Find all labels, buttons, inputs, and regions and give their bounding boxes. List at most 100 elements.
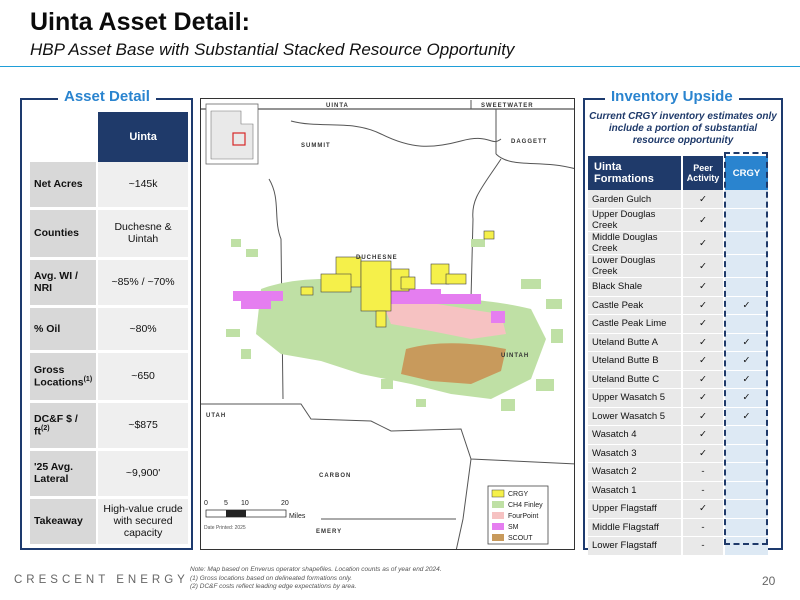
- footnote-line: Note: Map based on Enverus operator shap…: [190, 566, 442, 573]
- footnote-marker: (2): [41, 424, 50, 432]
- peer-activity-mark: -: [681, 481, 724, 500]
- table-row: Castle Peak ✓ ✓: [588, 296, 768, 315]
- table-row: Wasatch 3 ✓: [588, 444, 768, 463]
- inventory-header-row: Uinta Formations Peer Activity CRGY: [588, 156, 768, 190]
- formation-name: Lower Wasatch 5: [588, 407, 682, 426]
- row-value: High-value crude with secured capacity: [96, 497, 188, 547]
- crgy-mark: [723, 481, 768, 500]
- acreage-map: UINTA SWEETWATER SUMMIT DAGGETT DUCHESNE…: [200, 98, 575, 550]
- peer-activity-mark: -: [681, 518, 724, 537]
- table-row: Middle Flagstaff -: [588, 518, 768, 537]
- formation-name: Wasatch 2: [588, 462, 682, 482]
- map-legend: CRGY CH4 Finley FourPoint SM SCOUT: [487, 485, 549, 545]
- inventory-table: Uinta Formations Peer Activity CRGY Gard…: [588, 156, 768, 556]
- peer-activity-mark: ✓: [681, 277, 724, 297]
- peer-activity-mark: ✓: [681, 296, 724, 315]
- formation-name: Uteland Butte C: [588, 370, 682, 389]
- county-label: UINTA: [326, 103, 349, 109]
- table-row: Net Acres ~145k: [30, 162, 188, 210]
- table-row: Uteland Butte A ✓ ✓: [588, 333, 768, 352]
- scale-bar: 0 5 10 20 Miles: [204, 500, 306, 520]
- row-value: ~$875: [96, 401, 188, 451]
- crgy-mark: [723, 190, 768, 209]
- table-row: Gross Locations(1) ~650: [30, 351, 188, 403]
- crgy-mark: [723, 231, 768, 255]
- svg-text:10: 10: [241, 500, 249, 507]
- row-value: ~85% / ~70%: [96, 258, 188, 308]
- table-row: Takeaway High-value crude with secured c…: [30, 497, 188, 547]
- crgy-mark: ✓: [723, 370, 768, 389]
- title-divider: [0, 66, 800, 67]
- table-row: Wasatch 1-: [588, 481, 768, 500]
- table-row: Middle Douglas Creek ✓: [588, 231, 768, 255]
- legend-item: CH4 Finley: [508, 502, 543, 509]
- county-label: UTAH: [206, 413, 226, 419]
- row-value: Duchesne & Uintah: [96, 208, 188, 260]
- formation-name: Uteland Butte A: [588, 333, 682, 352]
- row-label: % Oil: [30, 306, 98, 353]
- table-row: Wasatch 2-: [588, 462, 768, 482]
- peer-activity-mark: ✓: [681, 314, 724, 334]
- row-value: ~80%: [96, 306, 188, 353]
- peer-activity-header: Peer Activity: [681, 156, 724, 190]
- formation-name: Lower Douglas Creek: [588, 254, 682, 278]
- crgy-mark: [723, 254, 768, 278]
- table-row: Lower Douglas Creek ✓: [588, 254, 768, 278]
- peer-activity-mark: ✓: [681, 351, 724, 371]
- crgy-mark: [723, 536, 768, 556]
- crescent-energy-logo: CRESCENT ENERGY: [14, 574, 189, 586]
- formation-name: Castle Peak: [588, 296, 682, 315]
- row-label: Counties: [30, 208, 98, 260]
- asset-detail-heading: Asset Detail: [58, 88, 156, 105]
- peer-activity-mark: ✓: [681, 407, 724, 426]
- table-row: Lower Flagstaff -: [588, 536, 768, 556]
- table-row: DC&F $ / ft(2) ~$875: [30, 401, 188, 451]
- crgy-mark: [723, 518, 768, 537]
- footnotes: Note: Map based on Enverus operator shap…: [190, 566, 442, 592]
- crgy-header: CRGY: [723, 156, 768, 190]
- page-subtitle: HBP Asset Base with Substantial Stacked …: [30, 40, 515, 59]
- footnote-line: (2) DC&F costs reflect leading edge expe…: [190, 583, 357, 590]
- row-label: Gross Locations(1): [30, 351, 98, 403]
- table-row: Uteland Butte B ✓ ✓: [588, 351, 768, 371]
- row-value: ~9,900': [96, 449, 188, 499]
- svg-text:0: 0: [204, 500, 208, 507]
- row-value: ~650: [96, 351, 188, 403]
- row-value: ~145k: [96, 162, 188, 210]
- crgy-mark: ✓: [723, 333, 768, 352]
- row-label: '25 Avg. Lateral: [30, 449, 98, 499]
- table-row: Black Shale ✓: [588, 277, 768, 297]
- table-row: Garden Gulch ✓: [588, 190, 768, 209]
- formation-name: Black Shale: [588, 277, 682, 297]
- peer-activity-mark: ✓: [681, 190, 724, 209]
- row-label: Net Acres: [30, 162, 98, 210]
- county-label: SWEETWATER: [481, 103, 534, 109]
- peer-activity-mark: ✓: [681, 231, 724, 255]
- legend-item: SCOUT: [508, 535, 533, 542]
- formation-name: Wasatch 1: [588, 481, 682, 500]
- date-printed: Date Printed: 2025: [204, 525, 246, 531]
- table-row: Counties Duchesne & Uintah: [30, 208, 188, 260]
- asset-detail-table: Uinta Net Acres ~145k Counties Duchesne …: [30, 112, 188, 547]
- formation-name: Castle Peak Lime: [588, 314, 682, 334]
- table-row: Uteland Butte C ✓ ✓: [588, 370, 768, 389]
- crgy-mark: [723, 499, 768, 519]
- crgy-mark: ✓: [723, 351, 768, 371]
- table-row: % Oil ~80%: [30, 306, 188, 353]
- asset-detail-header-row: Uinta: [30, 112, 188, 162]
- peer-activity-mark: ✓: [681, 425, 724, 445]
- map-canvas: UINTA SWEETWATER SUMMIT DAGGETT DUCHESNE…: [201, 100, 574, 549]
- formation-name: Garden Gulch: [588, 190, 682, 209]
- crgy-mark: [723, 208, 768, 232]
- peer-activity-mark: ✓: [681, 208, 724, 232]
- svg-text:Miles: Miles: [289, 513, 306, 520]
- row-label: Takeaway: [30, 497, 98, 547]
- peer-activity-mark: ✓: [681, 499, 724, 519]
- inventory-upside-heading: Inventory Upside: [605, 88, 739, 105]
- crgy-mark: ✓: [723, 388, 768, 408]
- table-row: Upper Douglas Creek ✓: [588, 208, 768, 232]
- footnote-line: (1) Gross locations based on delineated …: [190, 574, 353, 582]
- table-row: Lower Wasatch 5 ✓ ✓: [588, 407, 768, 426]
- county-label: EMERY: [316, 529, 342, 535]
- page-number: 20: [762, 574, 776, 588]
